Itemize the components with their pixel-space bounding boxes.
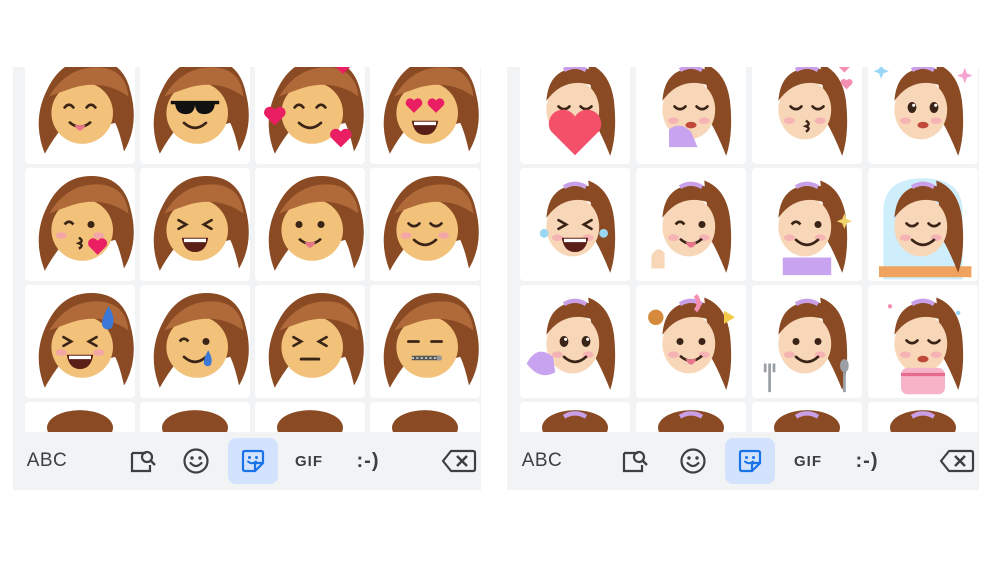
sticker-hearts-around[interactable] (255, 67, 365, 164)
backspace-icon (939, 449, 975, 473)
sticker-thinking-sparkles[interactable] (752, 168, 862, 281)
sticker-icon (738, 449, 762, 473)
sticker-food-dreaming[interactable] (636, 285, 746, 398)
gif-tab[interactable]: GIF (287, 432, 331, 490)
keyboard-toolbar-right: ABC GIF:-) (507, 432, 979, 490)
backspace-button[interactable] (437, 432, 481, 490)
sticker-partial[interactable] (140, 402, 250, 433)
keyboard-panel-right: ABC GIF:-) (507, 67, 979, 490)
gif-label: GIF (794, 452, 822, 470)
sticker-partial[interactable] (752, 402, 862, 433)
sticker-giggling[interactable] (636, 67, 746, 164)
abc-label: ABC (26, 450, 68, 471)
sticker-partial[interactable] (255, 402, 365, 433)
sticker-tongue-out-smile[interactable] (255, 168, 365, 281)
sticker-wink-kiss[interactable] (25, 168, 135, 281)
sticker-tearful-smile[interactable] (140, 285, 250, 398)
sticker-tongue-out[interactable] (25, 67, 135, 164)
sticker-pleading-sparkles[interactable] (868, 67, 978, 164)
sticker-sunrise-window[interactable] (868, 168, 978, 281)
sticker-blushing-smile[interactable] (370, 168, 480, 281)
abc-label: ABC (521, 450, 563, 471)
sticker-partial[interactable] (868, 402, 978, 433)
keyboard-panel-left: ABC GIF:-) (13, 67, 481, 490)
sticker-sweat-laugh[interactable] (25, 285, 135, 398)
sticker-tearful-laughing[interactable] (520, 168, 630, 281)
emoticon-tab[interactable]: :-) (345, 432, 391, 490)
emoji-tab[interactable] (670, 432, 716, 490)
emoji-icon (680, 448, 706, 474)
sticker-kissing-hearts[interactable] (752, 67, 862, 164)
sticker-holding-heart[interactable] (520, 67, 630, 164)
search-sticker-icon (622, 450, 648, 473)
sticker-partial[interactable] (636, 402, 746, 433)
sticker-partial[interactable] (25, 402, 135, 433)
search-sticker-button[interactable] (120, 432, 166, 490)
search-sticker-button[interactable] (612, 432, 658, 490)
backspace-icon (441, 449, 477, 473)
sticker-lying-chin-in-hands[interactable] (520, 285, 630, 398)
emoticon-label: :-) (855, 449, 879, 472)
emoticon-tab[interactable]: :-) (844, 432, 890, 490)
sticker-laughing[interactable] (140, 168, 250, 281)
sticker-partial[interactable] (520, 402, 630, 433)
sticker-tab[interactable] (724, 432, 776, 490)
sticker-zipper-mouth[interactable] (370, 285, 480, 398)
gif-tab[interactable]: GIF (786, 432, 830, 490)
sticker-expressionless[interactable] (255, 285, 365, 398)
backspace-button[interactable] (935, 432, 979, 490)
sticker-grid-left (13, 67, 481, 433)
abc-button[interactable]: ABC (519, 432, 565, 490)
sticker-heart-eyes[interactable] (370, 67, 480, 164)
sticker-yummy-fork-spoon[interactable] (752, 285, 862, 398)
search-sticker-icon (130, 450, 156, 473)
sticker-sunglasses[interactable] (140, 67, 250, 164)
keyboard-toolbar-left: ABC GIF:-) (13, 432, 481, 490)
gif-label: GIF (295, 452, 323, 470)
emoji-icon (183, 448, 209, 474)
sticker-tab[interactable] (227, 432, 279, 490)
sticker-partial[interactable] (370, 402, 480, 433)
sticker-grid-right (507, 67, 979, 433)
abc-button[interactable]: ABC (25, 432, 69, 490)
sticker-birthday-cake[interactable] (868, 285, 978, 398)
sticker-icon (241, 449, 265, 473)
emoji-tab[interactable] (173, 432, 219, 490)
emoticon-label: :-) (356, 449, 380, 472)
sticker-winking[interactable] (636, 168, 746, 281)
